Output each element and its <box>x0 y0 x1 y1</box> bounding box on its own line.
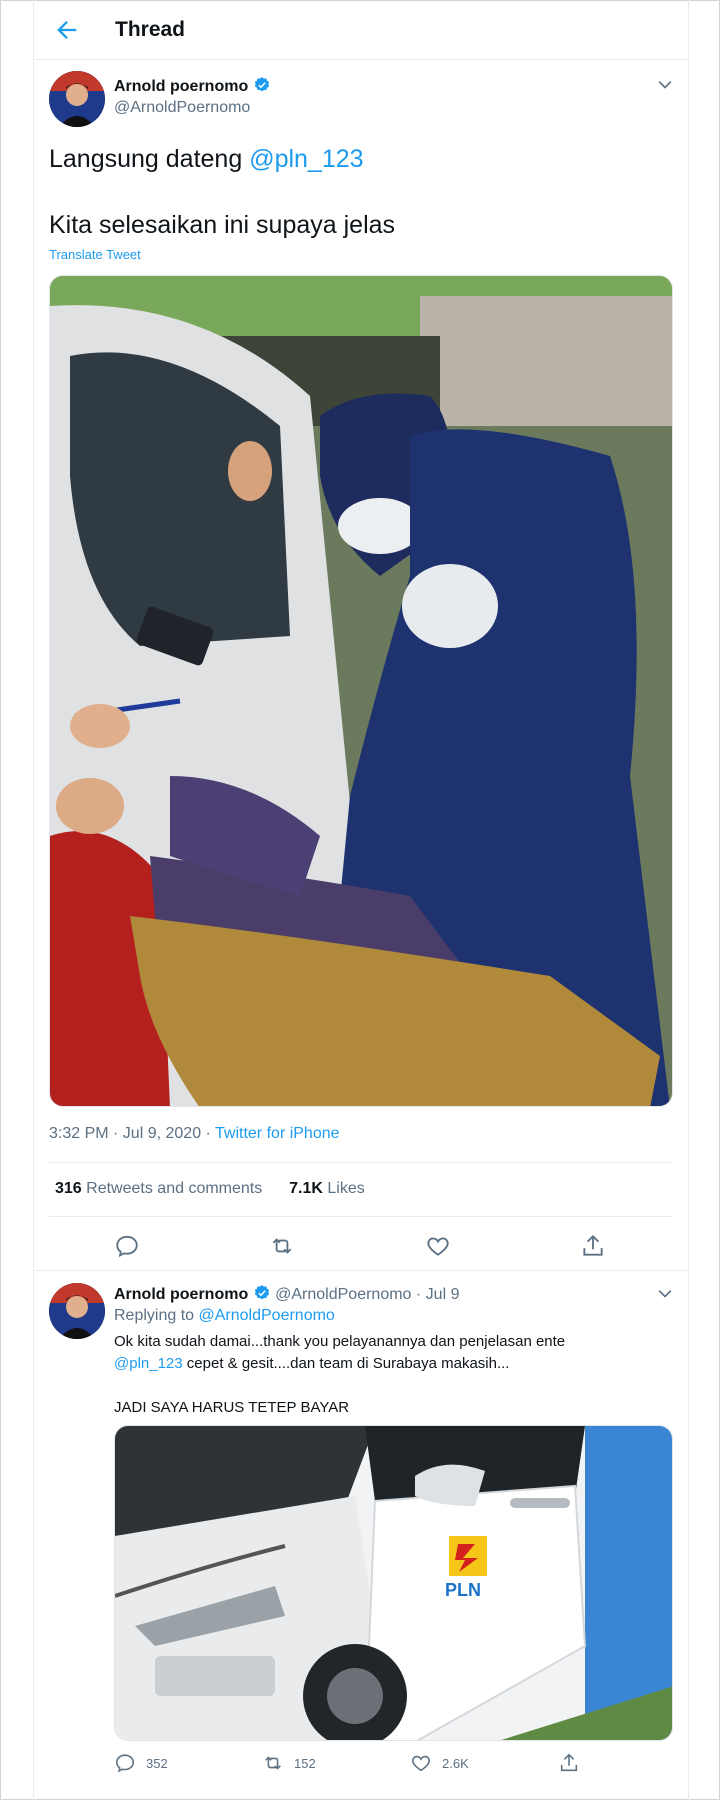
mention-link[interactable]: @pln_123 <box>249 145 363 173</box>
author-handle[interactable]: @ArnoldPoernomo <box>114 99 250 117</box>
tweet-photo[interactable] <box>49 275 673 1107</box>
retweets-stat[interactable]: 316 Retweets and comments <box>55 1180 262 1197</box>
page-title: Thread <box>115 18 186 41</box>
reply-text-line3: JADI SAYA HARUS TETEP BAYAR <box>114 1399 350 1416</box>
divider <box>33 1270 689 1271</box>
avatar[interactable] <box>49 71 105 127</box>
reply-icon <box>115 1754 135 1773</box>
source-link[interactable]: Twitter for iPhone <box>215 1125 340 1142</box>
thread-header: Thread <box>33 0 689 60</box>
replying-to-handle[interactable]: @ArnoldPoernomo <box>199 1307 335 1324</box>
translate-tweet-link[interactable]: Translate Tweet <box>49 247 141 262</box>
avatar-image <box>49 1283 105 1339</box>
retweet-icon[interactable] <box>269 1233 295 1259</box>
retweet-icon <box>265 1756 281 1770</box>
replying-to-label: Replying to <box>114 1307 199 1324</box>
reply-photo[interactable]: PLN <box>114 1425 673 1741</box>
author-name[interactable]: Arnold poernomo <box>114 78 248 95</box>
reply-author-row: Arnold poernomo @ArnoldPoernomo · Jul 9 <box>114 1284 459 1304</box>
likes-stat[interactable]: 7.1K Likes <box>289 1180 365 1197</box>
reply-date[interactable]: · Jul 9 <box>416 1286 460 1303</box>
share-button[interactable] <box>558 1752 580 1774</box>
reply-text-part1: Ok kita sudah damai...thank you pelayana… <box>114 1333 566 1350</box>
mention-link[interactable]: @pln_123 <box>114 1355 183 1372</box>
author-handle[interactable]: @ArnoldPoernomo <box>275 1286 411 1303</box>
tweet-photo-image <box>50 276 672 1106</box>
avatar[interactable] <box>49 1283 105 1339</box>
share-icon <box>560 1753 578 1772</box>
reply-text-part2: cepet & gesit....dan team di Surabaya ma… <box>182 1355 510 1372</box>
retweets-label: Retweets and comments <box>86 1180 263 1197</box>
tweet-text: Langsung dateng @pln_123 Kita selesaikan… <box>49 143 669 242</box>
reply-button[interactable]: 352 <box>114 1752 168 1774</box>
like-icon[interactable] <box>425 1233 451 1259</box>
retweet-button[interactable]: 152 <box>262 1752 316 1774</box>
replying-to: Replying to @ArnoldPoernomo <box>114 1307 335 1325</box>
divider <box>49 1162 673 1163</box>
tweet-text-line2: Kita selesaikan ini supaya jelas <box>49 211 396 239</box>
reply-photo-image <box>115 1426 672 1740</box>
tweet-actions <box>49 1228 673 1260</box>
verified-badge-icon <box>254 77 269 92</box>
avatar-image <box>49 71 105 127</box>
author-name[interactable]: Arnold poernomo <box>114 1286 248 1303</box>
likes-count: 7.1K <box>289 1180 323 1197</box>
like-count: 2.6K <box>442 1755 469 1771</box>
share-icon[interactable] <box>580 1233 606 1259</box>
verified-badge-icon <box>254 1285 269 1300</box>
author-row: Arnold poernomo <box>114 76 271 96</box>
chevron-down-icon[interactable] <box>655 75 675 95</box>
tweet-text-prefix: Langsung dateng <box>49 145 250 173</box>
tweet-meta: 3:32 PM · Jul 9, 2020 · Twitter for iPho… <box>49 1125 340 1143</box>
reply-actions: 352 152 2.6K <box>114 1752 674 1776</box>
like-icon <box>412 1755 430 1772</box>
divider <box>49 1216 673 1217</box>
tweet-stats: 316 Retweets and comments 7.1K Likes <box>55 1180 365 1198</box>
reply-icon[interactable] <box>114 1233 140 1259</box>
retweets-count: 316 <box>55 1180 82 1197</box>
like-button[interactable]: 2.6K <box>410 1752 469 1774</box>
pln-logo-text: PLN <box>445 1580 481 1600</box>
chevron-down-icon[interactable] <box>655 1284 675 1304</box>
back-arrow-icon[interactable] <box>53 16 81 44</box>
reply-count: 352 <box>146 1755 168 1771</box>
retweet-count: 152 <box>294 1755 316 1771</box>
timestamp[interactable]: 3:32 PM · Jul 9, 2020 · <box>49 1125 215 1142</box>
likes-label: Likes <box>327 1180 365 1197</box>
